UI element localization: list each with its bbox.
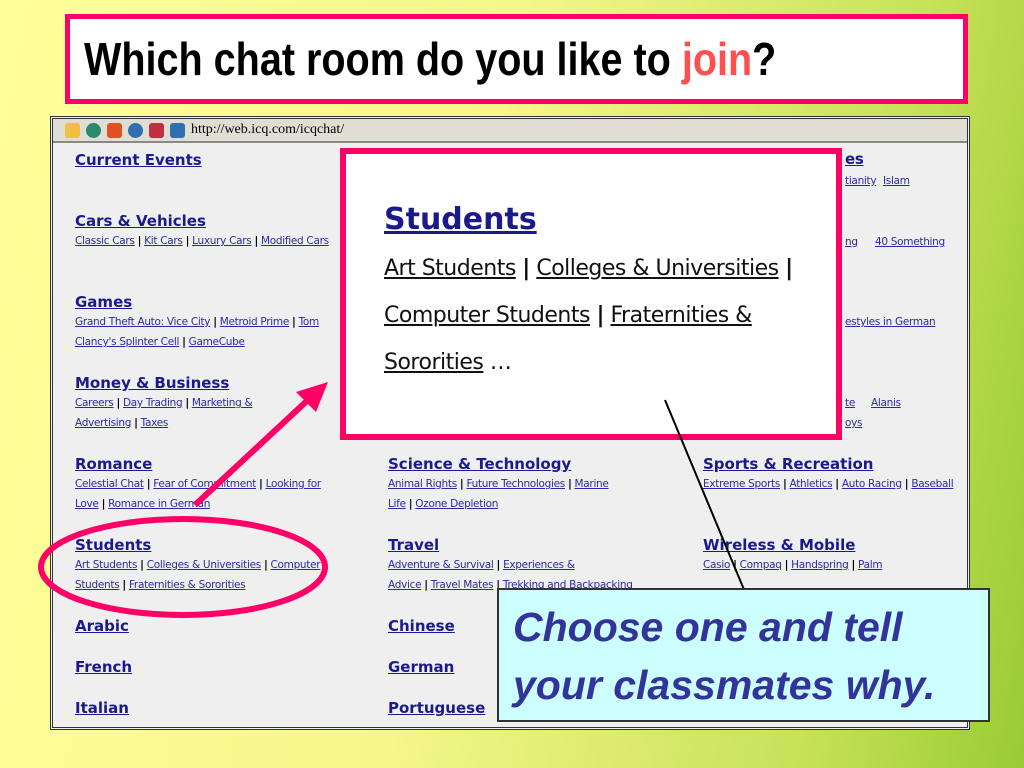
category-link[interactable]: Wireless & Mobile	[703, 535, 963, 555]
category-science: Science & Technology Animal Rights | Futur…	[388, 454, 648, 514]
title-text: Which chat room do you like to	[84, 33, 682, 85]
chart-icon[interactable]	[107, 122, 122, 138]
sublink[interactable]: Luxury Cars	[192, 235, 252, 247]
partial-link[interactable]: estyles in German	[845, 316, 936, 328]
sublink[interactable]: Celestial Chat	[75, 478, 144, 490]
category-link[interactable]: Sports & Recreation	[703, 454, 963, 474]
category-link[interactable]: Arabic	[75, 616, 129, 636]
sublink[interactable]: Classic Cars	[75, 235, 135, 247]
category-arabic: Arabic	[75, 616, 129, 636]
category-current-events: Current Events	[75, 150, 202, 170]
category-students: Students Art Students | Colleges & Univers…	[75, 535, 335, 595]
category-link[interactable]: Travel	[388, 535, 648, 555]
sublink[interactable]: Adventure & Survival	[388, 559, 494, 571]
title-suffix: ?	[752, 33, 777, 85]
category-link[interactable]: Current Events	[75, 150, 202, 170]
sublink[interactable]: Art Students	[75, 559, 137, 571]
partial-link[interactable]: tianity	[845, 175, 877, 187]
sublink[interactable]: Grand Theft Auto: Vice City	[75, 316, 211, 328]
category-portuguese: Portuguese	[388, 698, 485, 718]
partial-link[interactable]: oys	[845, 417, 863, 429]
sublink[interactable]: Baseball	[911, 478, 953, 490]
category-link[interactable]: Italian	[75, 698, 129, 718]
ellipsis: …	[489, 350, 512, 375]
sublink[interactable]: Kit Cars	[144, 235, 183, 247]
url-text[interactable]: http://web.icq.com/icqchat/	[191, 122, 344, 138]
zoomed-link: Colleges & Universities	[536, 256, 779, 281]
callout-line-2: your classmates why.	[513, 662, 936, 708]
page-globe-icon[interactable]	[170, 122, 185, 138]
sublink[interactable]: Future Technologies	[466, 478, 565, 490]
sublink[interactable]: Romance in German	[108, 498, 210, 510]
sublink[interactable]: Metroid Prime	[220, 316, 290, 328]
category-link[interactable]: Cars & Vehicles	[75, 211, 335, 231]
sublink[interactable]: Handspring	[791, 559, 849, 571]
globe-icon[interactable]	[128, 122, 143, 138]
sublink[interactable]: Auto Racing	[842, 478, 902, 490]
sublink[interactable]: Fear of Commitment	[153, 478, 256, 490]
partial-link[interactable]: 40 Something	[875, 236, 945, 248]
sublink[interactable]: Careers	[75, 397, 114, 409]
callout-box: Choose one and tell your classmates why.	[497, 588, 990, 722]
category-german: German	[388, 657, 454, 677]
partial-link[interactable]: Islam	[883, 175, 910, 187]
category-link[interactable]: Money & Business	[75, 373, 285, 393]
category-money: Money & Business Careers | Day Trading | Mar…	[75, 373, 285, 433]
partial-link[interactable]: te	[845, 397, 855, 409]
category-sports: Sports & Recreation Extreme Sports | Athle…	[703, 454, 963, 494]
category-games: Games Grand Theft Auto: Vice City | Metroi…	[75, 292, 335, 352]
slide-title: Which chat room do you like to join?	[84, 27, 828, 91]
partial-link[interactable]: Alanis	[871, 397, 901, 409]
sublink[interactable]: Extreme Sports	[703, 478, 780, 490]
zoomed-link: Art Students	[384, 256, 516, 281]
search-icon[interactable]	[86, 122, 101, 138]
partial-link[interactable]: ng	[845, 236, 858, 248]
page-icon[interactable]	[149, 122, 164, 138]
zoomed-link: Computer Students	[384, 303, 590, 328]
category-link[interactable]: Romance	[75, 454, 335, 474]
sublink[interactable]: Casio	[703, 559, 730, 571]
sublink[interactable]: Taxes	[141, 417, 169, 429]
folder-icon[interactable]	[65, 122, 80, 138]
category-italian: Italian	[75, 698, 129, 718]
category-link[interactable]: Science & Technology	[388, 454, 648, 474]
category-link[interactable]: Chinese	[388, 616, 455, 636]
sublink[interactable]: Palm	[858, 559, 883, 571]
sublink[interactable]: Compaq	[740, 559, 782, 571]
category-wireless: Wireless & Mobile Casio | Compaq | Handsprin…	[703, 535, 963, 575]
sublink[interactable]: Ozone Depletion	[415, 498, 498, 510]
sublink[interactable]: Fraternities & Sororities	[129, 579, 246, 591]
category-link[interactable]: Students	[75, 535, 335, 555]
category-link[interactable]: Portuguese	[388, 698, 485, 718]
sublink[interactable]: Athletics	[790, 478, 833, 490]
category-romance: Romance Celestial Chat | Fear of Commitmen…	[75, 454, 335, 514]
sublink[interactable]: Colleges & Universities	[147, 559, 262, 571]
sublink[interactable]: Modified Cars	[261, 235, 329, 247]
browser-toolbar: http://web.icq.com/icqchat/	[53, 119, 967, 143]
category-cars: Cars & Vehicles Classic Cars | Kit Cars | Lu…	[75, 211, 335, 251]
category-french: French	[75, 657, 132, 677]
category-travel: Travel Adventure & Survival | Experiences …	[388, 535, 648, 595]
partial-link[interactable]: es	[845, 150, 864, 168]
zoomed-students-box: Students Art Students | Colleges & Unive…	[340, 148, 842, 440]
zoomed-title: Students	[384, 202, 537, 237]
category-chinese: Chinese	[388, 616, 455, 636]
category-link[interactable]: Games	[75, 292, 335, 312]
category-link[interactable]: German	[388, 657, 454, 677]
sublink[interactable]: Travel Mates	[431, 579, 494, 591]
callout-line-1: Choose one and tell	[513, 604, 903, 650]
category-link[interactable]: French	[75, 657, 132, 677]
title-highlight: join	[681, 33, 753, 85]
sublink[interactable]: GameCube	[189, 336, 245, 348]
sublink[interactable]: Day Trading	[123, 397, 183, 409]
sublink[interactable]: Animal Rights	[388, 478, 457, 490]
title-box: Which chat room do you like to join?	[65, 14, 968, 104]
